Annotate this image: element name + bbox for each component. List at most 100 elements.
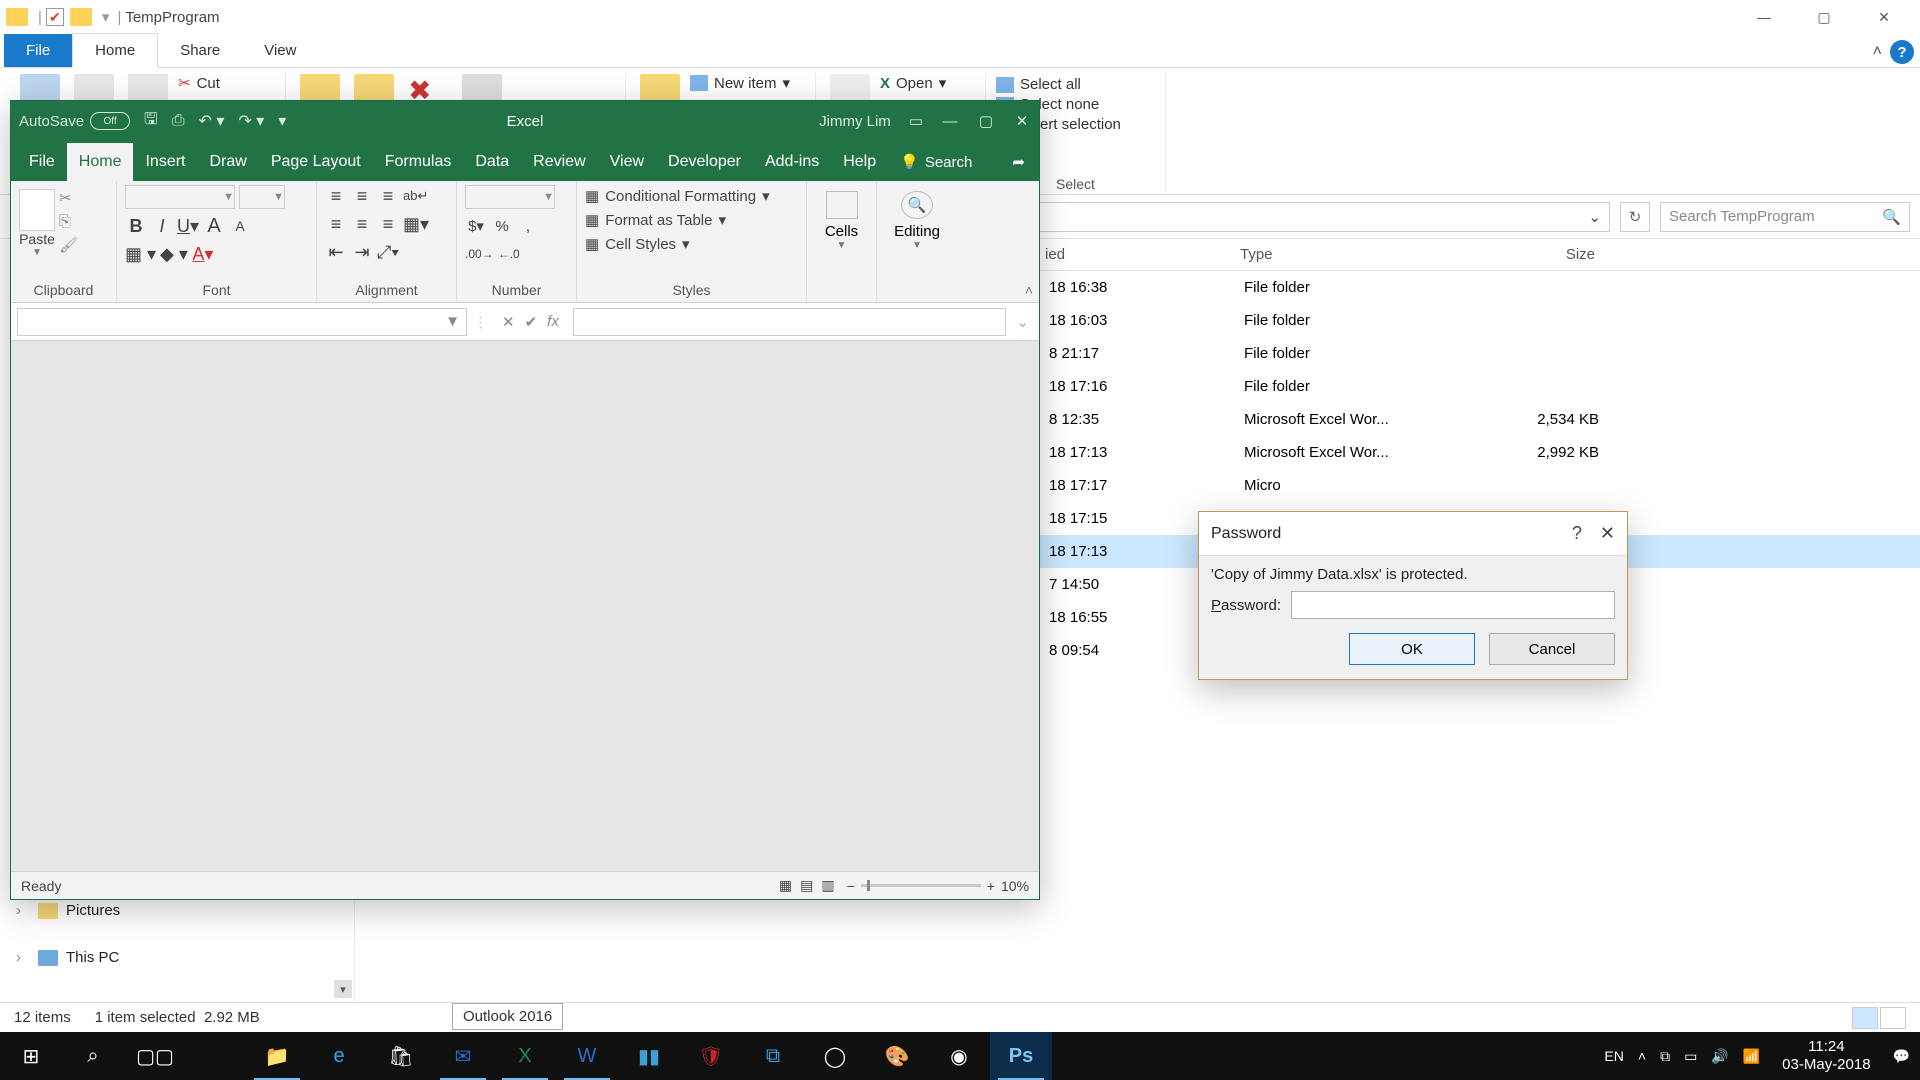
view-large-button[interactable] [1880, 1007, 1906, 1029]
italic-button[interactable]: I [151, 215, 173, 237]
conditional-formatting-button[interactable]: ▦Conditional Formatting ▾ [585, 187, 798, 205]
tab-view[interactable]: View [242, 34, 318, 67]
minimize-button[interactable]: — [1734, 0, 1794, 34]
xl-search[interactable]: 💡Search [888, 143, 984, 181]
number-format-dropdown[interactable]: ▼ [465, 185, 555, 209]
touch-icon[interactable]: ⎙ [172, 112, 185, 130]
autosave-toggle[interactable]: AutoSave Off [19, 112, 130, 130]
tb-app3[interactable]: 🎨 [866, 1032, 928, 1080]
cells-button[interactable]: Cells ▼ [815, 185, 868, 280]
xl-tab-developer[interactable]: Developer [656, 143, 753, 181]
col-size[interactable]: Size [1425, 246, 1605, 263]
fx-icon[interactable]: fx [547, 313, 559, 330]
tb-outlook[interactable]: ✉ [432, 1032, 494, 1080]
close-button[interactable]: ✕ [1013, 112, 1031, 130]
qat-more-icon[interactable]: ▾ [278, 111, 286, 131]
worksheet-area[interactable] [11, 341, 1039, 871]
tray-dropbox-icon[interactable]: ⧉ [1660, 1048, 1670, 1065]
format-painter-icon[interactable]: 🖌 [59, 236, 78, 254]
start-button[interactable]: ⊞ [0, 1032, 62, 1080]
account-name[interactable]: Jimmy Lim [819, 113, 891, 130]
xl-share-button[interactable]: ➦ [1004, 143, 1033, 181]
underline-button[interactable]: U ▾ [177, 215, 199, 237]
xl-tab-pagelayout[interactable]: Page Layout [259, 143, 373, 181]
password-input[interactable] [1291, 591, 1615, 619]
view-pagebreak-icon[interactable]: ▥ [821, 877, 834, 894]
align-left-button[interactable]: ≡ [325, 213, 347, 235]
tb-dropbox[interactable]: ⧉ [742, 1032, 804, 1080]
search-box[interactable]: Search TempProgram🔍 [1660, 202, 1910, 232]
currency-button[interactable]: $▾ [465, 215, 487, 237]
tray-volume-icon[interactable]: 🔊 [1711, 1048, 1728, 1065]
align-bottom-button[interactable]: ≡ [377, 185, 399, 207]
search-button[interactable]: ⌕ [62, 1032, 124, 1080]
save-icon[interactable]: 🖫 [144, 108, 158, 135]
tb-chrome[interactable]: ◉ [928, 1032, 990, 1080]
tb-store[interactable]: 🛍 [370, 1032, 432, 1080]
tb-photoshop[interactable]: Ps [990, 1032, 1052, 1080]
name-box[interactable]: ▼ [17, 308, 467, 336]
view-normal-icon[interactable]: ▦ [779, 877, 792, 894]
dialog-close-icon[interactable]: ✕ [1600, 523, 1615, 544]
close-button[interactable]: ✕ [1854, 0, 1914, 34]
tb-edge[interactable]: e [308, 1032, 370, 1080]
merge-button[interactable]: ▦▾ [403, 213, 429, 235]
redo-icon[interactable]: ↷ ▾ [238, 111, 264, 131]
fill-color-button[interactable]: ◆ ▾ [160, 243, 188, 265]
nav-this-pc[interactable]: ›This PC [0, 943, 354, 972]
col-type[interactable]: Type [1230, 246, 1425, 263]
refresh-button[interactable]: ↻ [1620, 202, 1650, 232]
ok-button[interactable]: OK [1349, 633, 1475, 665]
nav-scroll-down[interactable]: ▾ [334, 980, 352, 998]
orientation-button[interactable]: ⤢▾ [377, 241, 399, 263]
format-as-table-button[interactable]: ▦Format as Table ▾ [585, 211, 798, 229]
zoom-slider[interactable] [861, 884, 981, 887]
select-all-button[interactable]: Select all [996, 76, 1121, 93]
indent-inc-button[interactable]: ⇥ [351, 241, 373, 263]
tb-mcafee[interactable]: 🛡 [680, 1032, 742, 1080]
tray-wifi-icon[interactable]: 📶 [1743, 1048, 1760, 1065]
view-pagelayout-icon[interactable]: ▤ [800, 877, 813, 894]
expand-formula-icon[interactable]: ⌄ [1012, 313, 1033, 331]
tb-app2[interactable]: ◯ [804, 1032, 866, 1080]
maximize-button[interactable]: ▢ [1794, 0, 1854, 34]
enter-formula-icon[interactable]: ✔ [525, 313, 538, 331]
align-top-button[interactable]: ≡ [325, 185, 347, 207]
tab-file[interactable]: File [4, 34, 72, 67]
nav-pictures[interactable]: ›Pictures [0, 896, 354, 925]
xl-tab-draw[interactable]: Draw [197, 143, 258, 181]
tb-app1[interactable]: ▮▮ [618, 1032, 680, 1080]
ribbon-mode-icon[interactable]: ▭ [909, 112, 923, 130]
copy-icon[interactable]: ⎘ [59, 213, 78, 230]
ribbon-collapse-icon[interactable]: ˄ [1873, 43, 1882, 61]
tray-overflow-icon[interactable]: ˄ [1638, 1048, 1646, 1064]
zoom-in-button[interactable]: + [987, 878, 995, 894]
zoom-percent[interactable]: 10% [1001, 878, 1029, 894]
cancel-formula-icon[interactable]: ✕ [502, 313, 515, 331]
open-button[interactable]: XOpen ▾ [880, 74, 946, 92]
cut-button[interactable]: ✂Cut [178, 74, 220, 92]
border-button[interactable]: ▦ ▾ [125, 243, 156, 265]
xl-tab-view[interactable]: View [598, 143, 656, 181]
grow-font-button[interactable]: A [203, 215, 225, 237]
percent-button[interactable]: % [491, 215, 513, 237]
help-icon[interactable]: ? [1890, 40, 1914, 64]
xl-tab-addins[interactable]: Add-ins [753, 143, 831, 181]
col-date[interactable]: ied [1035, 246, 1230, 263]
font-size-dropdown[interactable]: ▼ [239, 185, 285, 209]
wrap-text-button[interactable]: ab↵ [403, 185, 428, 207]
xl-tab-data[interactable]: Data [463, 143, 521, 181]
xl-tab-home[interactable]: Home [67, 143, 134, 181]
taskview-button[interactable]: ▢▢ [124, 1032, 186, 1080]
font-color-button[interactable]: A ▾ [192, 243, 214, 265]
maximize-button[interactable]: ▢ [977, 112, 995, 130]
zoom-out-button[interactable]: − [847, 878, 855, 894]
qat-dropdown-icon[interactable]: ▾ [102, 8, 110, 26]
xl-tab-review[interactable]: Review [521, 143, 597, 181]
align-center-button[interactable]: ≡ [351, 213, 373, 235]
dialog-help-icon[interactable]: ? [1572, 523, 1582, 544]
cell-styles-button[interactable]: ▦Cell Styles ▾ [585, 235, 798, 253]
indent-dec-button[interactable]: ⇤ [325, 241, 347, 263]
tb-excel[interactable]: X [494, 1032, 556, 1080]
cancel-button[interactable]: Cancel [1489, 633, 1615, 665]
